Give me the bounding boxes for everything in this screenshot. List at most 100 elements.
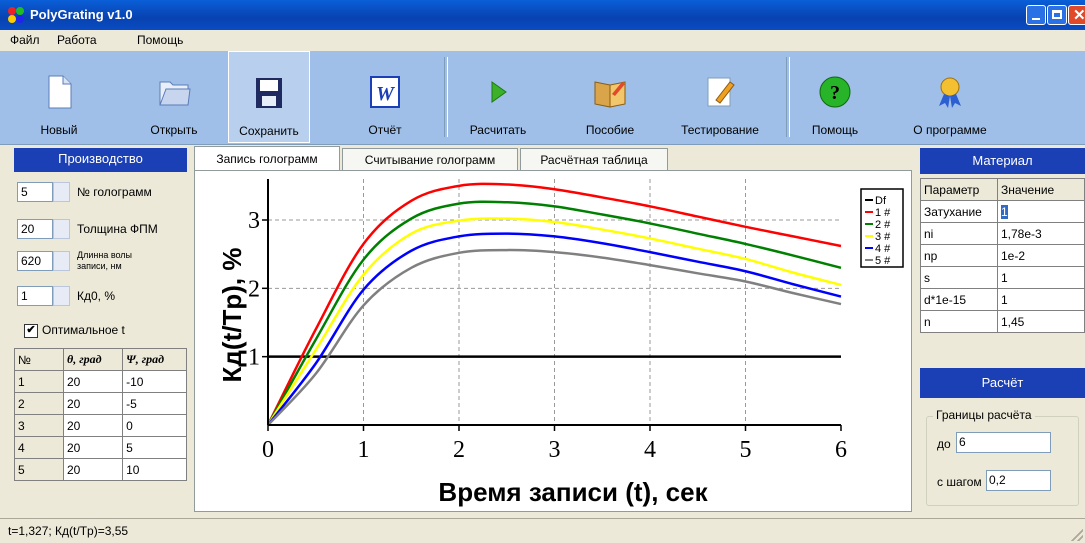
table-row[interactable]: ni 1,78e-3 xyxy=(920,222,1085,245)
calc-header: Расчёт xyxy=(920,368,1085,398)
row-number: 2 xyxy=(14,392,64,415)
theta-cell[interactable]: 20 xyxy=(62,458,124,481)
testing-button[interactable]: Тестирование xyxy=(670,51,770,143)
y-tick-label: 1 xyxy=(248,345,260,371)
table-row[interactable]: 2 20 -5 xyxy=(14,392,187,415)
theta-cell[interactable]: 20 xyxy=(62,392,124,415)
menu-file[interactable]: Файл xyxy=(10,33,40,47)
report-button[interactable]: W Отчёт xyxy=(350,51,420,143)
col-header-psi: Ψ, град xyxy=(122,348,187,371)
table-row[interactable]: np 1e-2 xyxy=(920,244,1085,267)
table-row[interactable]: 3 20 0 xyxy=(14,414,187,437)
kd0-value[interactable]: 1 xyxy=(17,286,53,306)
param-value-selected[interactable]: 1 xyxy=(1001,204,1008,219)
manual-button[interactable]: Пособие xyxy=(575,51,645,143)
spinner-arrows-icon[interactable] xyxy=(53,286,70,306)
table-row[interactable]: s1 xyxy=(920,266,1085,289)
testing-label: Тестирование xyxy=(681,123,759,137)
save-button[interactable]: Сохранить xyxy=(228,51,310,143)
x-tick-label: 0 xyxy=(262,437,274,463)
param-value[interactable]: 1 xyxy=(997,200,1085,223)
material-header: Материал xyxy=(920,148,1085,174)
test-pencil-icon xyxy=(707,77,735,107)
about-button[interactable]: О программе xyxy=(895,51,1005,143)
theta-cell[interactable]: 20 xyxy=(62,436,124,459)
calculate-button[interactable]: Расчитать xyxy=(460,51,536,143)
calculate-label: Расчитать xyxy=(469,123,527,137)
kd0-label: Кд0, % xyxy=(77,289,116,303)
checkmark-icon[interactable]: ✔ xyxy=(24,324,38,338)
close-button[interactable]: ✕ xyxy=(1068,5,1085,25)
tab-reading[interactable]: Считывание голограмм xyxy=(342,148,518,170)
legend-entry: 3 # xyxy=(875,231,891,243)
menu-work[interactable]: Работа xyxy=(57,33,97,47)
to-input[interactable]: 6 xyxy=(956,432,1051,453)
close-icon: ✕ xyxy=(1073,7,1085,24)
window-title: PolyGrating v1.0 xyxy=(30,7,133,22)
minimize-icon xyxy=(1032,18,1040,20)
table-row[interactable]: 1 20 -10 xyxy=(14,370,187,393)
param-value[interactable]: 1e-2 xyxy=(997,244,1085,267)
about-label: О программе xyxy=(913,123,987,137)
spinner-arrows-icon[interactable] xyxy=(53,251,70,271)
row-number: 5 xyxy=(14,458,64,481)
spinner-arrows-icon[interactable] xyxy=(53,182,70,202)
param-value[interactable]: 1,78e-3 xyxy=(997,222,1085,245)
toolbar-separator xyxy=(444,57,448,137)
holograms-count-label: № голограмм xyxy=(77,185,152,199)
step-label: с шагом xyxy=(937,475,982,489)
x-tick-label: 1 xyxy=(358,437,370,463)
table-row[interactable]: n 1,45 xyxy=(920,310,1085,333)
psi-cell[interactable]: 0 xyxy=(122,414,187,437)
maximize-button[interactable] xyxy=(1047,5,1067,25)
table-row[interactable]: 5 20 10 xyxy=(14,458,187,481)
param-name: s xyxy=(920,266,998,289)
legend-entry: Df xyxy=(875,195,887,207)
wavelength-value[interactable]: 620 xyxy=(17,251,53,271)
kd-chart: 0 1 2 3 4 5 6 1 2 3 Время записи (t), сек Кд(t/Tp… xyxy=(217,179,904,507)
param-name: ni xyxy=(920,222,998,245)
calc-bounds-label: Границы расчёта xyxy=(933,408,1035,422)
help-button[interactable]: ? Помощь xyxy=(800,51,870,143)
table-row[interactable]: 4 20 5 xyxy=(14,436,187,459)
theta-cell[interactable]: 20 xyxy=(62,414,124,437)
table-row[interactable]: d*1e-15 1 xyxy=(920,288,1085,311)
svg-text:?: ? xyxy=(830,82,840,104)
save-floppy-icon xyxy=(256,78,282,108)
thickness-value[interactable]: 20 xyxy=(17,219,53,239)
open-folder-icon xyxy=(159,81,191,106)
psi-cell[interactable]: -5 xyxy=(122,392,187,415)
production-panel: 5 № голограмм 20 Толщина ФПМ 620 Длинна … xyxy=(14,172,187,512)
open-label: Открыть xyxy=(150,123,198,137)
resize-grip-icon[interactable] xyxy=(1071,529,1083,541)
holograms-count-value[interactable]: 5 xyxy=(17,182,53,202)
param-value[interactable]: 1 xyxy=(997,288,1085,311)
psi-cell[interactable]: 10 xyxy=(122,458,187,481)
table-row[interactable]: Затухание 1 xyxy=(920,200,1085,223)
menu-help[interactable]: Помощь xyxy=(137,33,183,47)
minimize-button[interactable] xyxy=(1026,5,1046,25)
spinner-arrows-icon[interactable] xyxy=(53,219,70,239)
param-name: n xyxy=(920,310,998,333)
open-button[interactable]: Открыть xyxy=(135,51,213,143)
angles-table: № θ, град Ψ, град 1 20 -10 2 20 -5 3 20 … xyxy=(14,348,187,481)
psi-cell[interactable]: 5 xyxy=(122,436,187,459)
tab-recording[interactable]: Запись голограмм xyxy=(194,146,340,170)
row-number: 1 xyxy=(14,370,64,393)
param-value[interactable]: 1,45 xyxy=(997,310,1085,333)
x-axis-label: Время записи (t), сек xyxy=(438,477,708,507)
theta-cell[interactable]: 20 xyxy=(62,370,124,393)
psi-cell[interactable]: -10 xyxy=(122,370,187,393)
step-input[interactable]: 0,2 xyxy=(986,470,1051,491)
new-button[interactable]: Новый xyxy=(20,51,98,143)
col-header-theta: θ, град xyxy=(62,348,124,371)
legend-entry: 2 # xyxy=(875,219,891,231)
material-table: Параметр Значение Затухание 1 ni 1,78e-3 n… xyxy=(920,178,1085,333)
legend-entry: 1 # xyxy=(875,207,891,219)
row-number: 4 xyxy=(14,436,64,459)
wavelength-label: Длинна волы записи, нм xyxy=(77,250,133,271)
maximize-icon xyxy=(1052,10,1062,19)
new-label: Новый xyxy=(40,123,78,137)
param-value[interactable]: 1 xyxy=(997,266,1085,289)
tab-calc-table[interactable]: Расчётная таблица xyxy=(520,148,668,170)
